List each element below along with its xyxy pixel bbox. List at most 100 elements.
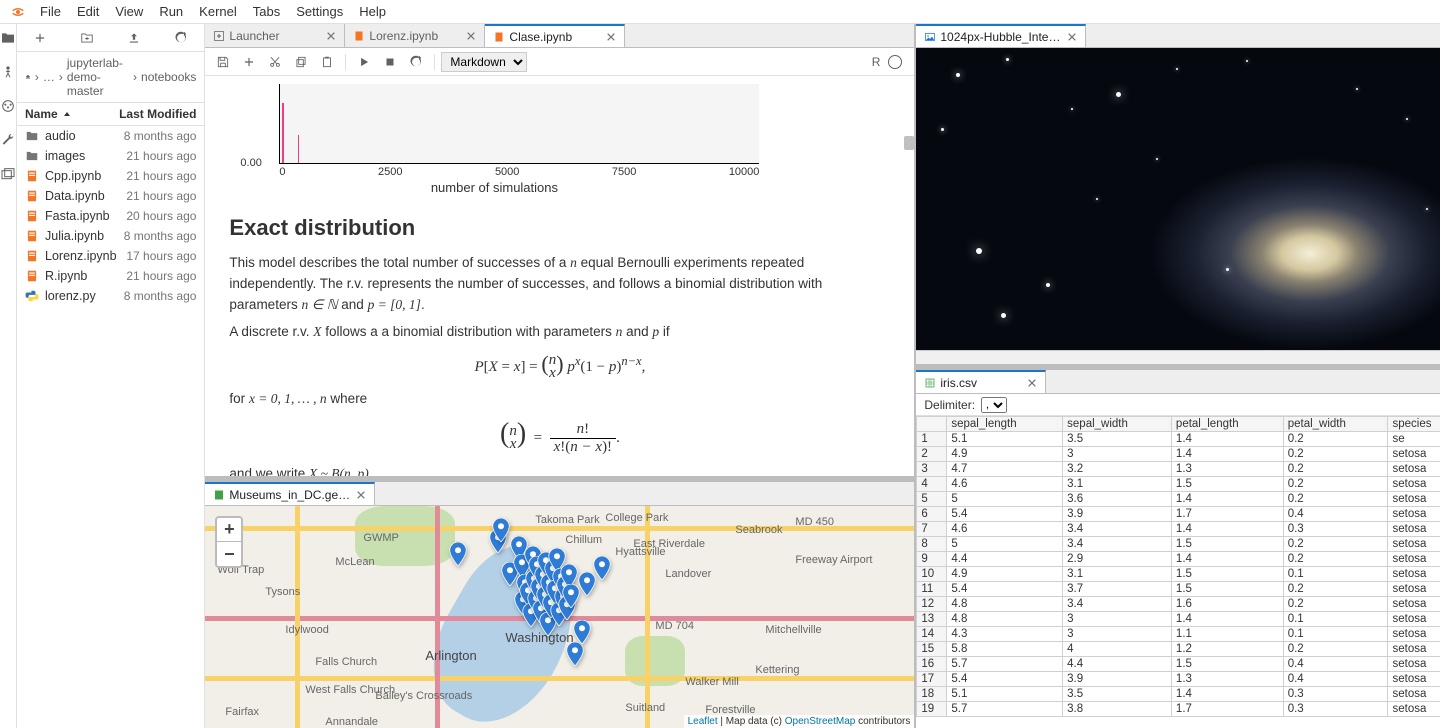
save-button[interactable] <box>211 50 235 74</box>
table-row[interactable]: 175.43.91.30.4setosa <box>917 672 1440 687</box>
file-item[interactable]: images21 hours ago <box>17 146 204 166</box>
new-folder-icon[interactable] <box>80 31 94 45</box>
map-label: MD 704 <box>655 620 694 632</box>
file-item[interactable]: Julia.ipynb8 months ago <box>17 226 204 246</box>
table-row[interactable]: 24.931.40.2setosa <box>917 447 1440 462</box>
menu-tabs[interactable]: Tabs <box>245 2 288 21</box>
table-row[interactable]: 195.73.81.70.3setosa <box>917 702 1440 717</box>
file-item[interactable]: Fasta.ipynb20 hours ago <box>17 206 204 226</box>
breadcrumb-part[interactable]: notebooks <box>141 70 196 84</box>
file-item[interactable]: lorenz.py8 months ago <box>17 286 204 306</box>
table-row[interactable]: 94.42.91.40.2setosa <box>917 552 1440 567</box>
file-browser-header[interactable]: Name Last Modified <box>17 103 204 126</box>
table-row[interactable]: 553.61.40.2setosa <box>917 492 1440 507</box>
map-label: Suitland <box>625 702 665 714</box>
commands-icon[interactable] <box>0 98 16 114</box>
tab-lorenz-ipynb[interactable]: Lorenz.ipynb <box>345 24 485 47</box>
table-row[interactable]: 65.43.91.70.4setosa <box>917 507 1440 522</box>
cell-type-select[interactable]: Markdown <box>441 52 527 72</box>
table-row[interactable]: 155.841.20.2setosa <box>917 642 1440 657</box>
menu-run[interactable]: Run <box>151 2 191 21</box>
map-label: Tysons <box>265 586 300 598</box>
leaflet-map[interactable]: + − Leaflet | Map data (c) OpenStreetMap… <box>205 506 914 728</box>
table-row[interactable]: 104.93.11.50.1setosa <box>917 567 1440 582</box>
chart-output: 0.00 025005000750010000 number of simula… <box>229 84 890 195</box>
csv-grid[interactable]: sepal_lengthsepal_widthpetal_lengthpetal… <box>916 416 1440 728</box>
close-icon[interactable] <box>1067 32 1077 42</box>
breadcrumb-part[interactable]: jupyterlab-demo-master <box>67 56 129 98</box>
menu-edit[interactable]: Edit <box>69 2 107 21</box>
table-row[interactable]: 165.74.41.50.4setosa <box>917 657 1440 672</box>
map-label: Arlington <box>425 648 476 663</box>
file-item[interactable]: R.ipynb21 hours ago <box>17 266 204 286</box>
json-file-icon <box>213 489 225 501</box>
new-launcher-icon[interactable] <box>33 31 47 45</box>
file-item[interactable]: Cpp.ipynb21 hours ago <box>17 166 204 186</box>
running-icon[interactable] <box>0 64 16 80</box>
run-button[interactable] <box>352 50 376 74</box>
table-row[interactable]: 44.63.11.50.2setosa <box>917 477 1440 492</box>
menu-file[interactable]: File <box>32 2 69 21</box>
insert-cell-button[interactable] <box>237 50 261 74</box>
map-marker[interactable] <box>593 556 611 580</box>
map-label: Chillum <box>565 534 602 546</box>
image-view[interactable] <box>916 48 1440 350</box>
close-icon[interactable] <box>356 490 366 500</box>
delimiter-select[interactable]: , <box>981 397 1007 413</box>
menu-view[interactable]: View <box>107 2 151 21</box>
table-row[interactable]: 15.13.51.40.2se <box>917 432 1440 447</box>
stop-button[interactable] <box>378 50 402 74</box>
map-label: Walker Mill <box>685 676 738 688</box>
notebook-body[interactable]: 0.00 025005000750010000 number of simula… <box>205 76 914 476</box>
copy-button[interactable] <box>289 50 313 74</box>
kernel-name[interactable]: R <box>872 55 881 69</box>
breadcrumb[interactable]: › … › jupyterlab-demo-master › notebooks <box>17 52 204 103</box>
tab-csv[interactable]: iris.csv <box>916 370 1046 393</box>
close-icon[interactable] <box>326 31 336 41</box>
table-row[interactable]: 124.83.41.60.2setosa <box>917 597 1440 612</box>
map-label: East Riverdale <box>633 538 705 550</box>
map-marker[interactable] <box>492 518 510 542</box>
image-hscrollbar[interactable] <box>916 350 1440 364</box>
kernel-indicator-icon[interactable] <box>888 55 902 69</box>
table-row[interactable]: 74.63.41.40.3setosa <box>917 522 1440 537</box>
map-marker[interactable] <box>573 620 591 644</box>
breadcrumb-ellipsis[interactable]: … <box>43 70 55 84</box>
refresh-icon[interactable] <box>174 31 188 45</box>
table-row[interactable]: 34.73.21.30.2setosa <box>917 462 1440 477</box>
scrollbar-thumb[interactable] <box>904 136 914 150</box>
zoom-out-button[interactable]: − <box>217 542 241 566</box>
close-icon[interactable] <box>1027 378 1037 388</box>
restart-button[interactable] <box>404 50 428 74</box>
map-marker[interactable] <box>449 542 467 566</box>
tab-image[interactable]: 1024px-Hubble_Interacting... <box>916 24 1086 47</box>
map-label: MD 450 <box>795 516 834 528</box>
file-item[interactable]: Lorenz.ipynb17 hours ago <box>17 246 204 266</box>
tab-geojson[interactable]: Museums_in_DC.geojson <box>205 482 375 505</box>
wrench-icon[interactable] <box>0 132 16 148</box>
tabs-icon[interactable] <box>0 166 16 182</box>
menu-settings[interactable]: Settings <box>288 2 351 21</box>
upload-icon[interactable] <box>127 31 141 45</box>
file-item[interactable]: Data.ipynb21 hours ago <box>17 186 204 206</box>
map-marker[interactable] <box>566 642 584 666</box>
map-attribution: Leaflet | Map data (c) OpenStreetMap con… <box>684 715 915 728</box>
table-row[interactable]: 134.831.40.1setosa <box>917 612 1440 627</box>
tab-clase-ipynb[interactable]: Clase.ipynb <box>485 24 625 47</box>
zoom-in-button[interactable]: + <box>217 518 241 542</box>
table-row[interactable]: 185.13.51.40.3setosa <box>917 687 1440 702</box>
menu-help[interactable]: Help <box>351 2 394 21</box>
markdown-cell: Exact distribution This model describes … <box>229 215 890 476</box>
table-row[interactable]: 853.41.50.2setosa <box>917 537 1440 552</box>
close-icon[interactable] <box>466 31 476 41</box>
table-row[interactable]: 144.331.10.1setosa <box>917 627 1440 642</box>
tab-launcher[interactable]: Launcher <box>205 24 345 47</box>
home-icon[interactable] <box>25 71 31 83</box>
file-item[interactable]: audio8 months ago <box>17 126 204 146</box>
table-row[interactable]: 115.43.71.50.2setosa <box>917 582 1440 597</box>
close-icon[interactable] <box>606 32 616 42</box>
paste-button[interactable] <box>315 50 339 74</box>
menu-kernel[interactable]: Kernel <box>191 2 245 21</box>
cut-button[interactable] <box>263 50 287 74</box>
folder-icon[interactable] <box>0 30 16 46</box>
